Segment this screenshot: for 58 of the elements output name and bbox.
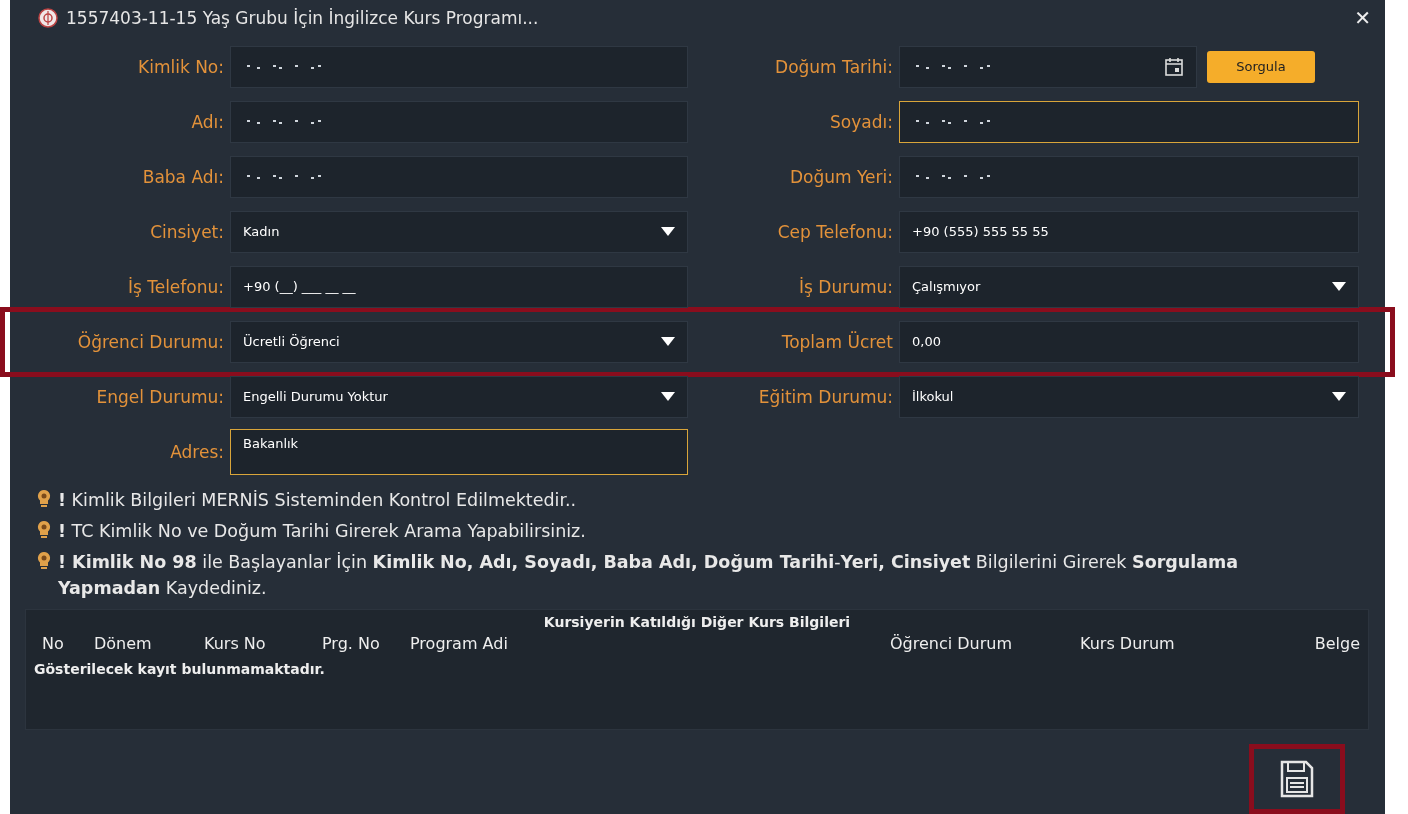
- input-field[interactable]: Bakanlık: [230, 428, 688, 475]
- dropdown[interactable]: Engelli Durumu Yoktur: [230, 375, 688, 418]
- info-note: ! Kimlik Bilgileri MERNİS Sisteminden Kontrol Edilmektedir..: [58, 488, 578, 512]
- column-header: Dönem: [94, 633, 153, 653]
- field-label: Toplam Ücret: [780, 331, 894, 352]
- floppy-icon: [1280, 760, 1314, 798]
- save-button[interactable]: [1249, 744, 1345, 814]
- input-field[interactable]: 0,00: [899, 320, 1359, 363]
- field-label: Eğitim Durumu:: [757, 386, 894, 407]
- input-field[interactable]: [899, 100, 1359, 143]
- field-label: Öğrenci Durumu:: [76, 331, 225, 352]
- field-label: Soyadı:: [829, 111, 894, 132]
- calendar-icon: [1164, 56, 1184, 77]
- caret-icon: [661, 392, 675, 402]
- input-field[interactable]: [899, 155, 1359, 198]
- field-label: Cinsiyet:: [149, 221, 225, 242]
- dropdown[interactable]: Kadın: [230, 210, 688, 253]
- lightbulb-icon: [36, 488, 52, 509]
- caret-icon: [661, 337, 675, 347]
- field-label: Adres:: [169, 441, 225, 462]
- input-field[interactable]: +90 (555) 555 55 55: [899, 210, 1359, 253]
- dropdown[interactable]: Çalışmıyor: [899, 265, 1359, 308]
- caret-icon: [661, 227, 675, 237]
- input-field[interactable]: +90 (__) ___ __ __: [230, 265, 688, 308]
- input-field[interactable]: [230, 100, 688, 143]
- column-header: Kurs Durum: [1080, 633, 1176, 653]
- info-note: ! Kimlik No 98 ile Başlayanlar İçin Kimlik No, Adı, Soyadı, Baba Adı, Doğum Tarihi-Yeri, Cinsiyet Bilgilerini Girerek Sorgulama Yapmadan Kaydediniz.: [58, 550, 1240, 600]
- field-label: İş Durumu:: [798, 276, 894, 297]
- column-header: Öğrenci Durum: [890, 633, 1014, 653]
- field-label: Cep Telefonu:: [776, 221, 894, 242]
- column-header: Belge: [1313, 633, 1360, 653]
- field-label: Doğum Tarihi:: [774, 56, 894, 77]
- field-label: Adı:: [190, 111, 225, 132]
- field-label: Baba Adı:: [141, 166, 225, 187]
- field-label: İş Telefonu:: [126, 276, 225, 297]
- lightbulb-icon: [36, 550, 52, 571]
- field-label: Doğum Yeri:: [788, 166, 894, 187]
- input-field[interactable]: [230, 45, 688, 88]
- window-title: 1557403-11-15 Yaş Grubu İçin İngilizce Kurs Programı...: [66, 7, 540, 28]
- input-field[interactable]: [230, 155, 688, 198]
- close-button[interactable]: ✕: [1354, 5, 1371, 30]
- field-label: Engel Durumu:: [95, 386, 225, 407]
- input-field[interactable]: [899, 45, 1197, 88]
- column-header: Kurs No: [204, 633, 267, 653]
- column-header: No: [42, 633, 65, 653]
- column-header: Prg. No: [322, 633, 381, 653]
- query-button[interactable]: Sorgula: [1207, 50, 1315, 83]
- dropdown[interactable]: Ücretli Öğrenci: [230, 320, 688, 363]
- caret-icon: [1332, 282, 1346, 292]
- empty-message: Gösterilecek kayıt bulunmamaktadır.: [33, 659, 326, 679]
- field-label: Kimlik No:: [137, 56, 225, 77]
- caret-icon: [1332, 392, 1346, 402]
- info-note: ! TC Kimlik No ve Doğum Tarihi Girerek Arama Yapabilirsiniz.: [58, 519, 587, 543]
- emblem-icon: [38, 7, 58, 28]
- table-title: Kursiyerin Katıldığı Diğer Kurs Bilgileri: [543, 612, 851, 630]
- lightbulb-icon: [36, 519, 52, 540]
- column-header: Program Adi: [410, 633, 509, 653]
- dropdown[interactable]: İlkokul: [899, 375, 1359, 418]
